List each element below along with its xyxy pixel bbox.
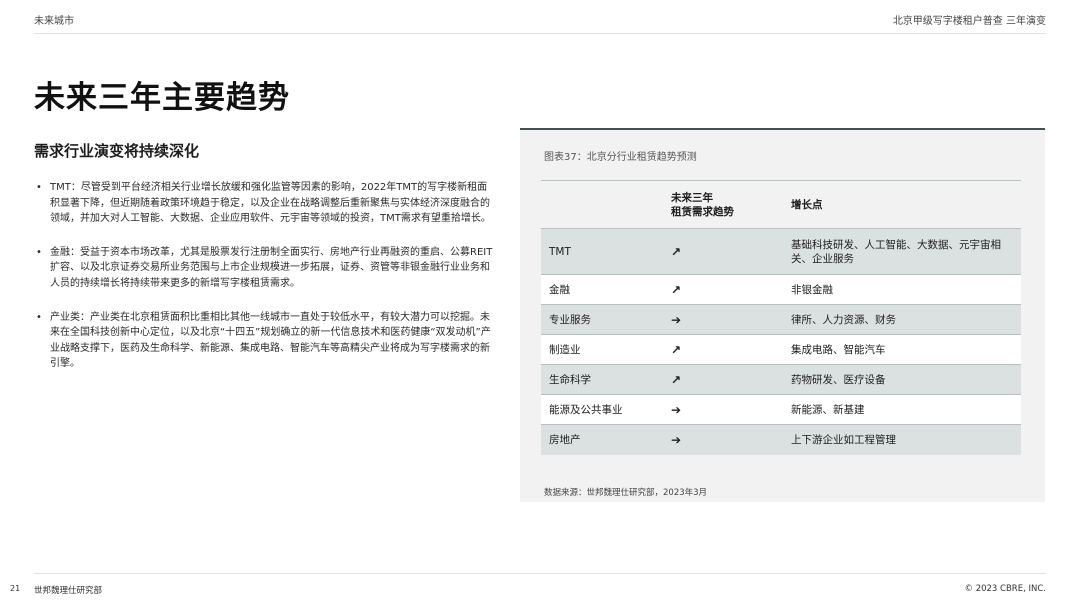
page-title: 未来三年主要趋势 (34, 80, 290, 116)
data-source-note: 数据来源：世邦魏理仕研究部，2023年3月 (544, 488, 708, 498)
table-row: 生命科学 ↗ 药物研发、医疗设备 (541, 364, 1021, 395)
cell-industry: 生命科学 (549, 373, 591, 386)
cell-industry: 房地产 (549, 433, 581, 446)
report-title: 北京甲级写字楼租户普查 三年演变 (892, 16, 1046, 27)
page-number: 21 (10, 584, 21, 593)
cell-industry: 金融 (549, 283, 570, 296)
header-trend-line1: 未来三年 (671, 191, 713, 204)
arrow-up-right-icon: ↗ (671, 282, 682, 297)
footer-department: 世邦魏理仕研究部 (34, 586, 103, 596)
table-row: 专业服务 ➔ 律所、人力资源、财务 (541, 304, 1021, 335)
cell-industry: 能源及公共事业 (549, 403, 623, 416)
table-row: 房地产 ➔ 上下游企业如工程管理 (541, 424, 1021, 455)
cell-industry: 制造业 (549, 343, 581, 356)
cell-industry: TMT (549, 245, 571, 258)
table-header-row: 未来三年 租赁需求趋势 增长点 (541, 180, 1021, 229)
arrow-up-right-icon: ↗ (671, 244, 682, 259)
footer-copyright: © 2023 CBRE, INC. (964, 584, 1047, 594)
arrow-right-icon: ➔ (671, 432, 682, 447)
table-row: 制造业 ↗ 集成电路、智能汽车 (541, 334, 1021, 365)
bullet-item-industry: • 产业类：产业类在北京租赁面积比重相比其他一线城市一直处于较低水平，有较大潜力… (34, 310, 494, 372)
table-row: 金融 ↗ 非银金融 (541, 274, 1021, 305)
arrow-right-icon: ➔ (671, 402, 682, 417)
bullet-text: TMT：尽管受到平台经济相关行业增长放缓和强化监管等因素的影响，2022年TMT… (50, 182, 491, 225)
arrow-up-right-icon: ↗ (671, 342, 682, 357)
table-row: TMT ↗ 基础科技研发、人工智能、大数据、元宇宙相关、企业服务 (541, 228, 1021, 275)
bullet-marker: • (36, 246, 42, 258)
trend-table: 未来三年 租赁需求趋势 增长点 TMT ↗ 基础科技研发、人工智能、大数据、元宇… (541, 180, 1021, 455)
page-header: 未来城市 北京甲级写字楼租户普查 三年演变 (34, 10, 1046, 34)
header-industry (541, 181, 671, 229)
trend-table-panel: 图表37：北京分行业租赁趋势预测 未来三年 租赁需求趋势 增长点 TMT ↗ 基… (520, 128, 1045, 502)
bullet-marker: • (36, 311, 42, 323)
header-trend-line2: 租赁需求趋势 (671, 205, 734, 218)
cell-growth: 律所、人力资源、财务 (791, 313, 896, 326)
header-growth: 增长点 (791, 198, 823, 211)
cell-industry: 专业服务 (549, 313, 591, 326)
cell-growth: 药物研发、医疗设备 (791, 373, 886, 386)
bullet-list: • TMT：尽管受到平台经济相关行业增长放缓和强化监管等因素的影响，2022年T… (34, 180, 494, 390)
table-caption: 图表37：北京分行业租赁趋势预测 (544, 152, 697, 163)
page-footer: 21 世邦魏理仕研究部 © 2023 CBRE, INC. (10, 573, 1047, 601)
section-subtitle: 需求行业演变将持续深化 (34, 142, 200, 160)
cell-growth: 上下游企业如工程管理 (791, 433, 896, 446)
bullet-item-finance: • 金融：受益于资本市场改革，尤其是股票发行注册制全面实行、房地产行业再融资的重… (34, 245, 494, 292)
cell-growth: 基础科技研发、人工智能、大数据、元宇宙相关、企业服务 (791, 238, 1001, 265)
bullet-text: 金融：受益于资本市场改革，尤其是股票发行注册制全面实行、房地产行业再融资的重启、… (50, 246, 493, 289)
section-label: 未来城市 (34, 16, 74, 27)
bullet-item-tmt: • TMT：尽管受到平台经济相关行业增长放缓和强化监管等因素的影响，2022年T… (34, 180, 494, 227)
bullet-text: 产业类：产业类在北京租赁面积比重相比其他一线城市一直处于较低水平，有较大潜力可以… (50, 311, 491, 370)
cell-growth: 集成电路、智能汽车 (791, 343, 886, 356)
arrow-right-icon: ➔ (671, 312, 682, 327)
cell-growth: 新能源、新基建 (791, 403, 865, 416)
arrow-up-right-icon: ↗ (671, 372, 682, 387)
table-row: 能源及公共事业 ➔ 新能源、新基建 (541, 394, 1021, 425)
bullet-marker: • (36, 182, 42, 193)
header-trend: 未来三年 租赁需求趋势 (671, 181, 791, 229)
cell-growth: 非银金融 (791, 283, 833, 296)
